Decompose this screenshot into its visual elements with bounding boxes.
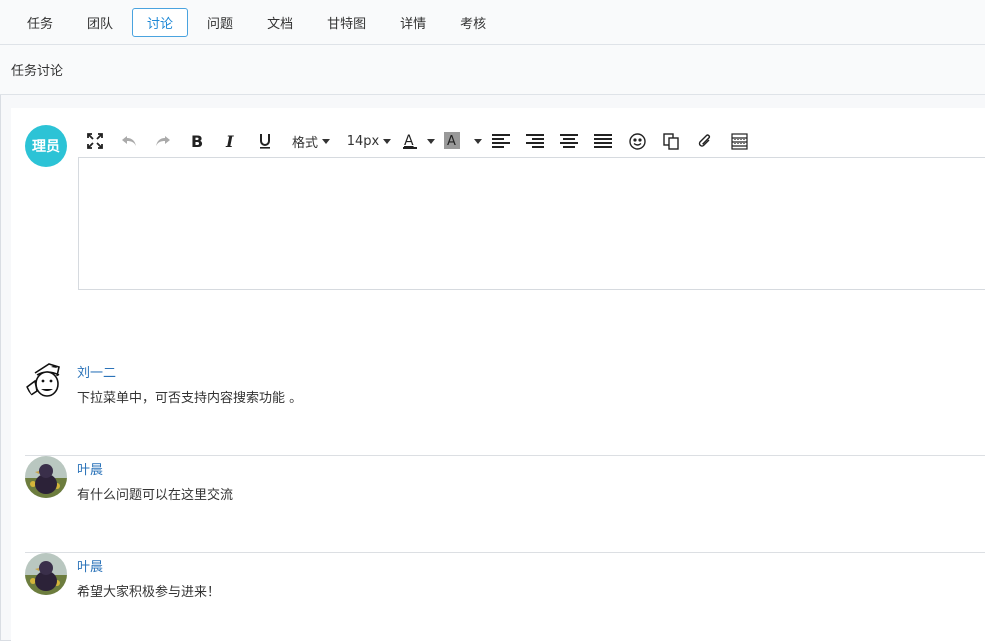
discussion-panel: 理员 B I 格式 14px A A 刘一二 下拉菜单中，可否支持内容搜索功能 … xyxy=(11,108,985,641)
comment-text: 希望大家积极参与进来！ xyxy=(77,585,221,600)
italic-icon[interactable]: I xyxy=(214,128,248,154)
tab-tasks[interactable]: 任务 xyxy=(12,8,68,37)
copy-format-icon[interactable] xyxy=(654,128,688,154)
attachment-icon[interactable] xyxy=(688,128,722,154)
tab-bar: 任务 团队 讨论 问题 文档 甘特图 详情 考核 xyxy=(0,0,985,45)
comment-author[interactable]: 叶晨 xyxy=(77,459,103,478)
chevron-down-icon xyxy=(427,138,435,144)
format-dropdown[interactable]: 格式 xyxy=(282,128,340,154)
chevron-down-icon xyxy=(474,138,482,144)
font-color-dropdown[interactable] xyxy=(422,128,436,154)
cartoon-man-icon xyxy=(25,359,67,401)
editor-toolbar: B I 格式 14px A A xyxy=(78,126,985,156)
chevron-down-icon xyxy=(383,138,392,144)
current-user-avatar: 理员 xyxy=(25,125,67,167)
comment-item: 叶晨 希望大家积极参与进来！ xyxy=(25,553,985,641)
comment-text: 有什么问题可以在这里交流 xyxy=(77,488,234,503)
bird-photo-icon xyxy=(25,456,67,498)
format-label: 格式 xyxy=(291,135,318,151)
font-size-dropdown[interactable]: 14px xyxy=(340,128,398,154)
tab-documents[interactable]: 文档 xyxy=(252,8,308,37)
bird-photo-icon xyxy=(25,553,67,595)
comment-item: 刘一二 下拉菜单中，可否支持内容搜索功能 。 xyxy=(25,359,985,456)
font-size-value: 14px xyxy=(346,133,380,149)
svg-text:A: A xyxy=(404,133,414,149)
underline-icon[interactable] xyxy=(248,128,282,154)
align-right-icon[interactable] xyxy=(518,128,552,154)
highlight-color-dropdown[interactable] xyxy=(468,128,484,154)
emoji-icon[interactable] xyxy=(620,128,654,154)
tab-details[interactable]: 详情 xyxy=(385,8,441,37)
tab-discussion[interactable]: 讨论 xyxy=(132,7,189,37)
chevron-down-icon xyxy=(322,138,330,144)
align-left-icon[interactable] xyxy=(484,128,518,154)
undo-icon[interactable] xyxy=(112,128,146,154)
tab-gantt[interactable]: 甘特图 xyxy=(312,8,381,37)
align-justify-icon[interactable] xyxy=(586,128,620,154)
comment-editor[interactable] xyxy=(78,157,985,290)
svg-text:A: A xyxy=(447,134,456,149)
bold-icon[interactable]: B xyxy=(180,128,214,154)
fullscreen-icon[interactable] xyxy=(78,128,112,154)
comment-author[interactable]: 刘一二 xyxy=(77,362,116,381)
section-title: 任务讨论 xyxy=(0,45,985,95)
table-icon[interactable] xyxy=(722,128,756,154)
redo-icon[interactable] xyxy=(146,128,180,154)
font-color-icon[interactable]: A xyxy=(398,128,422,154)
align-center-icon[interactable] xyxy=(552,128,586,154)
comment-text: 下拉菜单中，可否支持内容搜索功能 。 xyxy=(77,391,303,406)
tab-assessment[interactable]: 考核 xyxy=(445,8,501,37)
tab-team[interactable]: 团队 xyxy=(72,8,128,37)
svg-text:I: I xyxy=(225,133,234,149)
comment-author[interactable]: 叶晨 xyxy=(77,556,103,575)
comment-item: 叶晨 有什么问题可以在这里交流 xyxy=(25,456,985,553)
tab-issues[interactable]: 问题 xyxy=(192,8,248,37)
highlight-color-icon[interactable]: A xyxy=(436,128,468,154)
svg-text:B: B xyxy=(191,133,203,149)
